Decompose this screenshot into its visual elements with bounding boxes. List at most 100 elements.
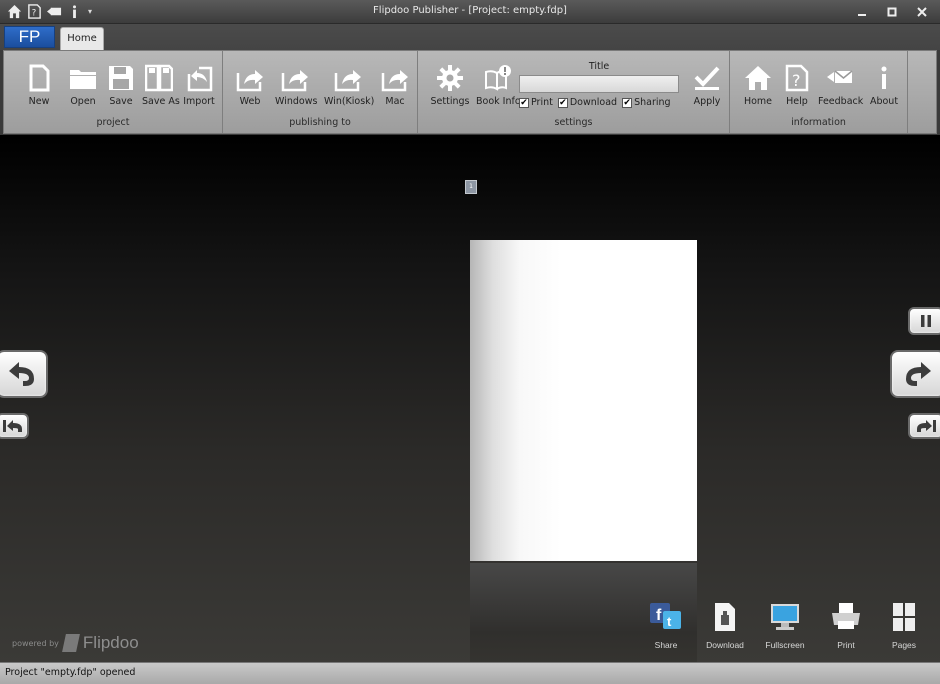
close-icon[interactable] bbox=[914, 4, 930, 20]
book-info-icon bbox=[483, 63, 513, 93]
minimize-icon[interactable] bbox=[854, 4, 870, 20]
new-document-icon bbox=[24, 63, 54, 93]
feedback-button[interactable]: Feedback bbox=[818, 63, 864, 107]
import-icon bbox=[184, 63, 214, 93]
help-label: Help bbox=[786, 96, 808, 107]
book-info-button[interactable]: Book Info bbox=[476, 63, 521, 107]
feedback-icon bbox=[825, 63, 855, 93]
home-label: Home bbox=[743, 96, 773, 107]
download-icon bbox=[707, 601, 743, 633]
redo-arrow-icon bbox=[906, 362, 931, 386]
fullscreen-tool[interactable]: Fullscreen bbox=[755, 601, 815, 650]
publish-mac-button[interactable]: Mac bbox=[380, 63, 410, 107]
flipdoo-logo-icon bbox=[61, 634, 80, 652]
download-label: Download bbox=[706, 640, 744, 650]
first-page-icon bbox=[2, 420, 22, 432]
undo-arrow-icon bbox=[9, 362, 34, 386]
import-label: Import bbox=[183, 96, 215, 107]
publish-web-icon bbox=[235, 63, 265, 93]
share-social-icon: ft bbox=[648, 601, 684, 633]
last-page-icon bbox=[917, 420, 936, 432]
publish-mac-label: Mac bbox=[385, 96, 405, 107]
publish-kiosk-icon bbox=[333, 63, 363, 93]
pages-tool[interactable]: Pages bbox=[874, 601, 934, 650]
flipbook-viewer: 1 powered by Flipdoo ft Share Download F… bbox=[0, 135, 940, 662]
ribbon-tab-strip: FP Home bbox=[0, 24, 940, 50]
share-label: Share bbox=[654, 640, 678, 650]
first-page-button[interactable] bbox=[0, 413, 29, 439]
feedback-label: Feedback bbox=[818, 96, 864, 107]
window-controls bbox=[854, 4, 930, 20]
powered-by-text: powered by bbox=[12, 638, 59, 648]
new-button[interactable]: New bbox=[24, 63, 54, 107]
app-menu-button[interactable]: FP bbox=[4, 26, 55, 48]
open-button[interactable]: Open bbox=[66, 63, 100, 107]
download-checkbox[interactable]: ✔ Download bbox=[557, 97, 618, 108]
save-button[interactable]: Save bbox=[106, 63, 136, 107]
svg-text:?: ? bbox=[792, 71, 801, 90]
share-options: ✔ Print ✔ Download ✔ Sharing bbox=[519, 97, 671, 108]
printer-icon bbox=[828, 601, 864, 633]
group-settings: Settings Book Info Title ✔ Print ✔ Downl… bbox=[418, 51, 730, 133]
last-page-button[interactable] bbox=[908, 413, 940, 439]
save-label: Save bbox=[109, 96, 133, 107]
maximize-icon[interactable] bbox=[884, 4, 900, 20]
title-field-label: Title bbox=[588, 61, 610, 72]
powered-by-brand: powered by Flipdoo bbox=[12, 633, 139, 653]
sharing-checkbox-label: Sharing bbox=[634, 97, 671, 108]
autoplay-pause-button[interactable] bbox=[908, 307, 940, 335]
sharing-checkbox-box[interactable]: ✔ bbox=[622, 97, 633, 108]
pages-label: Pages bbox=[891, 640, 917, 650]
svg-text:f: f bbox=[656, 607, 662, 624]
fullscreen-label: Fullscreen bbox=[765, 640, 805, 650]
open-label: Open bbox=[70, 96, 96, 107]
group-project: New Open Save Save As Import project bbox=[4, 51, 223, 133]
app-window: ? ▾ Flipdoo Publisher - [Project: empty.… bbox=[0, 0, 940, 684]
print-tool[interactable]: Print bbox=[816, 601, 876, 650]
sharing-checkbox[interactable]: ✔ Sharing bbox=[622, 97, 671, 108]
book-page[interactable] bbox=[470, 240, 697, 561]
share-tool[interactable]: ft Share bbox=[636, 601, 696, 650]
open-folder-icon bbox=[68, 63, 98, 93]
page-number-badge[interactable]: 1 bbox=[465, 180, 477, 194]
publish-kiosk-button[interactable]: Win(Kiosk) bbox=[324, 63, 374, 107]
info-icon bbox=[869, 63, 899, 93]
group-information: Home ? Help Feedback About information bbox=[730, 51, 908, 133]
publish-web-label: Web bbox=[239, 96, 261, 107]
tab-home[interactable]: Home bbox=[60, 27, 104, 50]
group-settings-label: settings bbox=[554, 117, 593, 128]
next-page-button[interactable] bbox=[890, 350, 940, 398]
about-button[interactable]: About bbox=[868, 63, 900, 107]
help-button[interactable]: ? Help bbox=[782, 63, 812, 107]
download-checkbox-box[interactable]: ✔ bbox=[557, 97, 568, 108]
group-publishing: Web Windows Win(Kiosk) Mac publishing to bbox=[223, 51, 418, 133]
book-info-label: Book Info bbox=[476, 96, 521, 107]
apply-button[interactable]: Apply bbox=[692, 63, 722, 107]
previous-page-button[interactable] bbox=[0, 350, 48, 398]
apply-icon bbox=[692, 63, 722, 93]
about-label: About bbox=[869, 96, 899, 107]
download-checkbox-label: Download bbox=[569, 97, 618, 108]
print-checkbox-label: Print bbox=[531, 97, 553, 108]
publish-windows-label: Windows bbox=[275, 96, 318, 107]
publish-web-button[interactable]: Web bbox=[235, 63, 265, 107]
print-checkbox[interactable]: ✔ Print bbox=[519, 97, 553, 108]
save-icon bbox=[106, 63, 136, 93]
import-button[interactable]: Import bbox=[182, 63, 216, 107]
print-label: Print bbox=[837, 640, 855, 650]
print-checkbox-box[interactable]: ✔ bbox=[519, 97, 529, 108]
brand-name: Flipdoo bbox=[82, 633, 139, 652]
group-publishing-label: publishing to bbox=[289, 117, 351, 128]
title-input[interactable] bbox=[519, 75, 679, 93]
save-as-label: Save As bbox=[142, 96, 180, 107]
save-as-button[interactable]: Save As bbox=[142, 63, 180, 107]
publish-windows-button[interactable]: Windows bbox=[275, 63, 318, 107]
settings-button[interactable]: Settings bbox=[430, 63, 470, 107]
window-title: Flipdoo Publisher - [Project: empty.fdp] bbox=[373, 5, 567, 16]
fullscreen-monitor-icon bbox=[767, 601, 803, 633]
download-tool[interactable]: Download bbox=[695, 601, 755, 650]
help-icon: ? bbox=[782, 63, 812, 93]
publish-mac-icon bbox=[380, 63, 410, 93]
publish-windows-icon bbox=[280, 63, 310, 93]
home-button[interactable]: Home bbox=[742, 63, 774, 107]
